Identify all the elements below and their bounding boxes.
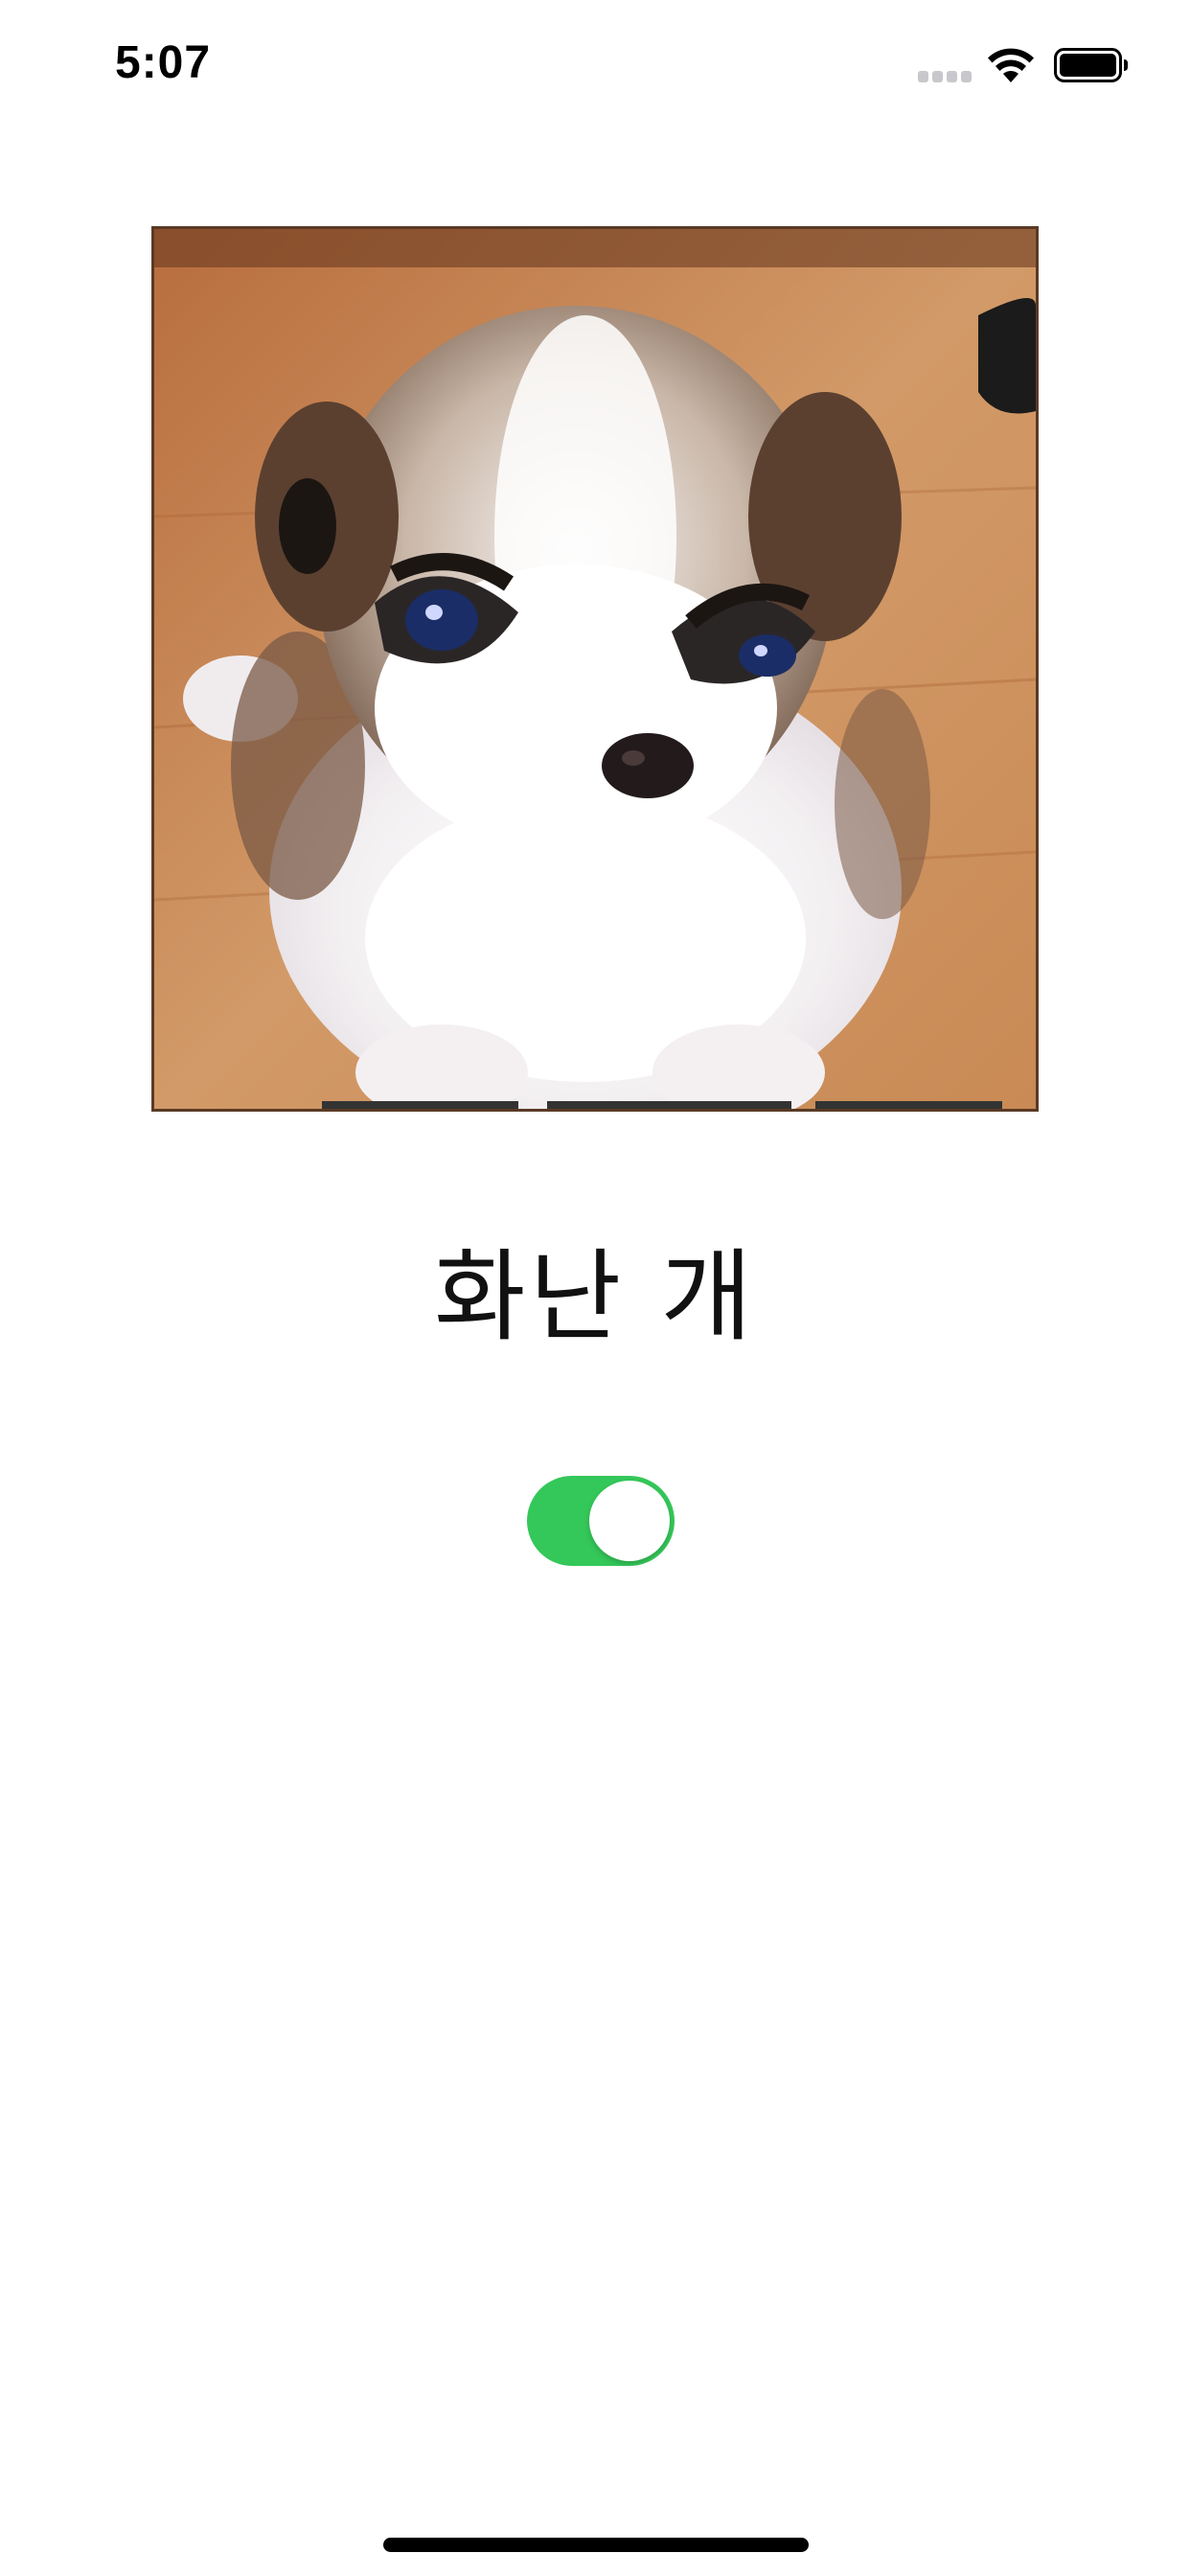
app-screen: 5:07 화난 개 (0, 0, 1190, 2576)
toggle-switch[interactable] (527, 1476, 675, 1566)
toggle-knob (589, 1481, 670, 1561)
photo-title: 화난 개 (433, 1238, 757, 1355)
status-time: 5:07 (115, 37, 212, 88)
battery-icon (1054, 48, 1129, 82)
home-indicator[interactable] (383, 2538, 809, 2552)
angry-puppy-photo (151, 226, 1039, 1112)
wifi-icon (987, 48, 1035, 84)
cellular-signal-icon (918, 71, 973, 82)
status-bar: 5:07 (0, 0, 1190, 126)
